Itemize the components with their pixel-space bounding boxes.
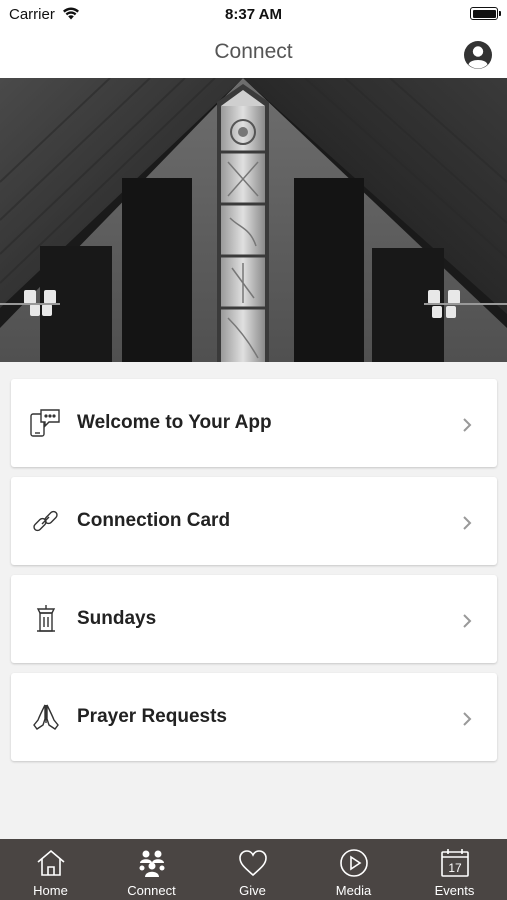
pulpit-icon xyxy=(36,605,56,632)
tab-label: Home xyxy=(33,883,68,898)
status-bar: Carrier 8:37 AM xyxy=(0,0,507,30)
heart-icon xyxy=(239,850,267,877)
chevron-right-icon xyxy=(463,516,472,530)
tab-bar: Home Connect Give Media 17 Events xyxy=(0,839,507,900)
menu-list: Welcome to Your App Connection Card Sund… xyxy=(11,379,497,771)
menu-item-label: Sundays xyxy=(77,608,157,629)
phone-chat-icon xyxy=(30,409,60,437)
link-icon xyxy=(33,510,58,532)
chevron-right-icon xyxy=(463,418,472,432)
tab-label: Give xyxy=(239,883,266,898)
menu-item-label: Welcome to Your App xyxy=(77,412,272,433)
church-stained-glass-image xyxy=(0,78,507,362)
battery-icon xyxy=(470,7,501,20)
tab-connect[interactable]: Connect xyxy=(101,839,202,900)
play-icon xyxy=(340,849,368,877)
chevron-right-icon xyxy=(463,712,472,726)
tab-home[interactable]: Home xyxy=(0,839,101,900)
page-title: Connect xyxy=(214,40,293,63)
clock: 8:37 AM xyxy=(225,6,282,23)
calendar-day: 17 xyxy=(448,861,462,875)
profile-icon[interactable] xyxy=(463,40,493,70)
nav-bar: Connect xyxy=(0,30,507,78)
tab-media[interactable]: Media xyxy=(303,839,404,900)
menu-item-sundays[interactable]: Sundays xyxy=(11,575,497,663)
tab-label: Media xyxy=(335,883,372,898)
menu-item-label: Prayer Requests xyxy=(77,706,227,727)
home-icon xyxy=(37,849,65,876)
hero-image xyxy=(0,78,507,362)
tab-events[interactable]: 17 Events xyxy=(404,839,505,900)
calendar-icon: 17 xyxy=(441,849,469,877)
tab-label: Events xyxy=(434,883,475,898)
tab-give[interactable]: Give xyxy=(202,839,303,900)
praying-hands-icon xyxy=(33,704,59,730)
menu-item-connection-card[interactable]: Connection Card xyxy=(11,477,497,565)
people-icon xyxy=(139,850,165,877)
chevron-right-icon xyxy=(463,614,472,628)
menu-item-prayer-requests[interactable]: Prayer Requests xyxy=(11,673,497,761)
tab-label: Connect xyxy=(127,883,176,898)
menu-item-label: Connection Card xyxy=(77,510,231,531)
menu-item-welcome[interactable]: Welcome to Your App xyxy=(11,379,497,467)
